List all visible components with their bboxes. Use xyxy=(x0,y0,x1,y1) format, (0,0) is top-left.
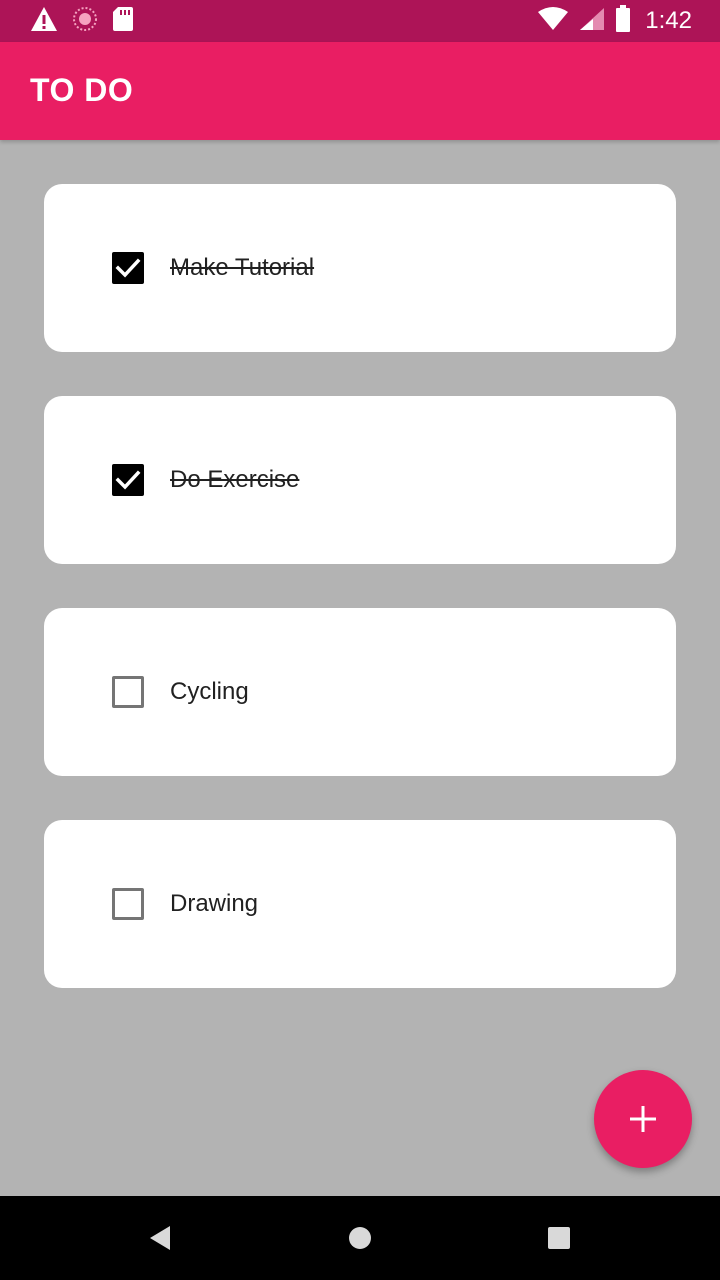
check-icon xyxy=(115,258,141,278)
todo-card[interactable]: Drawing xyxy=(44,820,676,988)
notification-icons xyxy=(30,6,134,36)
home-button[interactable] xyxy=(338,1216,382,1260)
back-icon xyxy=(150,1226,170,1250)
todo-checkbox[interactable] xyxy=(112,888,144,920)
signal-icon xyxy=(579,7,605,35)
check-icon xyxy=(115,470,141,490)
wifi-icon xyxy=(537,7,569,35)
todo-list: Make Tutorial Do Exercise Cycling Drawin… xyxy=(44,184,676,1032)
status-bar: 1:42 xyxy=(0,0,720,42)
todo-label: Cycling xyxy=(170,678,249,705)
navigation-bar xyxy=(0,1196,720,1280)
plus-icon xyxy=(630,1106,656,1132)
app-bar: TO DO xyxy=(0,42,720,140)
todo-card[interactable]: Do Exercise xyxy=(44,396,676,564)
todo-checkbox[interactable] xyxy=(112,252,144,284)
battery-icon xyxy=(615,5,631,37)
recents-icon xyxy=(548,1227,570,1249)
add-todo-button[interactable] xyxy=(594,1070,692,1168)
todo-card[interactable]: Make Tutorial xyxy=(44,184,676,352)
sync-icon xyxy=(72,6,98,36)
warning-icon xyxy=(30,6,58,36)
todo-card[interactable]: Cycling xyxy=(44,608,676,776)
home-icon xyxy=(349,1227,371,1249)
page-title: TO DO xyxy=(30,72,134,108)
status-time: 1:42 xyxy=(645,7,692,34)
system-icons: 1:42 xyxy=(537,5,692,37)
sd-card-icon xyxy=(112,6,134,36)
todo-label: Drawing xyxy=(170,890,259,917)
recents-button[interactable] xyxy=(537,1216,581,1260)
todo-checkbox[interactable] xyxy=(112,676,144,708)
back-button[interactable] xyxy=(138,1216,182,1260)
todo-label: Do Exercise xyxy=(170,466,300,493)
todo-checkbox[interactable] xyxy=(112,464,144,496)
todo-label: Make Tutorial xyxy=(170,254,315,281)
